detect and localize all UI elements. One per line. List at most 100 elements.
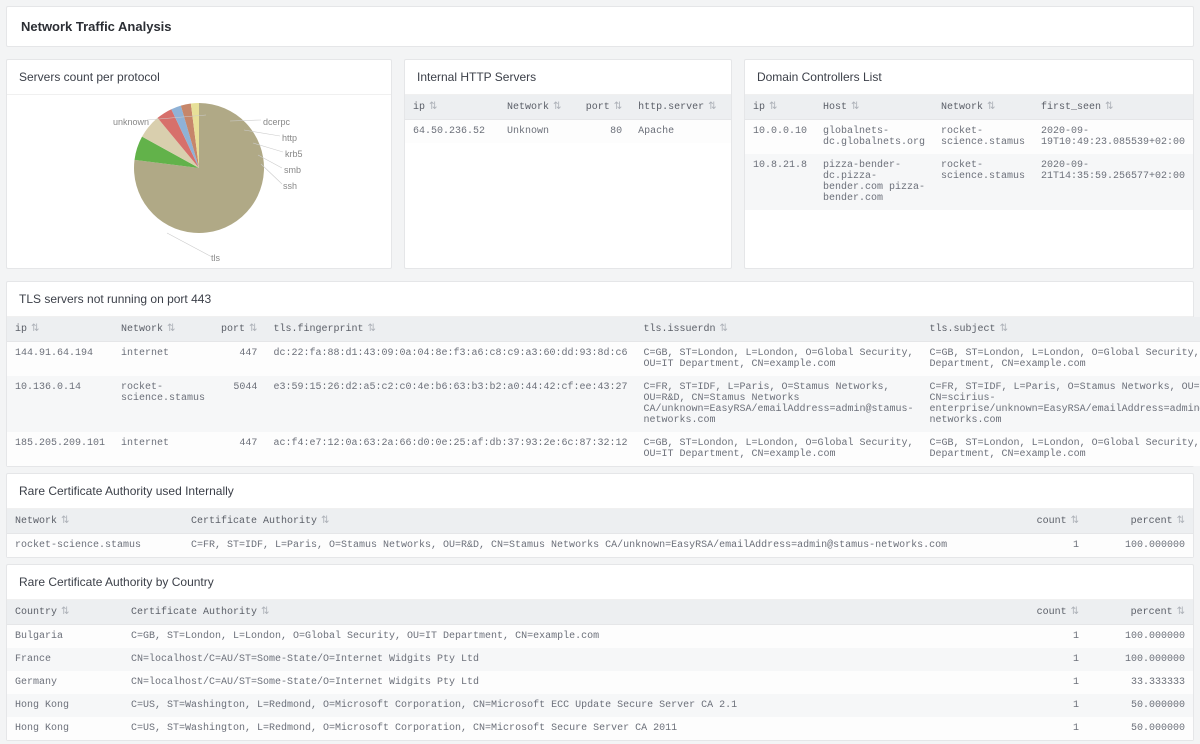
table-row[interactable]: 10.8.21.8pizza-bender-dc.pizza-bender.co… (745, 154, 1193, 210)
sort-icon: ⇅ (769, 102, 777, 113)
cell: 10.136.0.14 (7, 376, 113, 432)
col-subject[interactable]: tls.subject⇅ (922, 317, 1200, 342)
col-host[interactable]: Host⇅ (815, 95, 933, 120)
cell: 50.000000 (1087, 694, 1193, 717)
cell: C=US, ST=Washington, L=Redmond, O=Micros… (123, 717, 1001, 740)
cell: 1 (1001, 625, 1087, 649)
table-row[interactable]: 10.136.0.14rocket-science.stamus5044e3:5… (7, 376, 1200, 432)
table-row[interactable]: 64.50.236.52Unknown80Apache (405, 120, 731, 144)
rare-ca-internal-table: Network⇅ Certificate Authority⇅ count⇅ p… (7, 509, 1193, 557)
col-port[interactable]: port⇅ (574, 95, 630, 120)
cell: 144.91.64.194 (7, 342, 113, 377)
cell: globalnets-dc.globalnets.org (815, 120, 933, 155)
cell: CN=localhost/C=AU/ST=Some-State/O=Intern… (123, 648, 1001, 671)
table-row[interactable]: rocket-science.stamusC=FR, ST=IDF, L=Par… (7, 534, 1193, 558)
sort-icon: ⇅ (1071, 607, 1079, 618)
panel-title-ca-internal: Rare Certificate Authority used Internal… (7, 474, 1193, 509)
cell: C=GB, ST=London, L=London, O=Global Secu… (922, 432, 1200, 466)
cell: rocket-science.stamus (933, 154, 1033, 210)
cell: 447 (213, 342, 265, 377)
sort-icon: ⇅ (321, 516, 329, 527)
table-row[interactable]: BulgariaC=GB, ST=London, L=London, O=Glo… (7, 625, 1193, 649)
panel-title-tls: TLS servers not running on port 443 (7, 282, 1193, 317)
cell: 2020-09-19T10:49:23.085539+02:00 (1033, 120, 1193, 155)
cell: Germany (7, 671, 123, 694)
panel-title-ca-country: Rare Certificate Authority by Country (7, 565, 1193, 600)
cell: C=US, ST=Washington, L=Redmond, O=Micros… (123, 694, 1001, 717)
cell: 100.000000 (1087, 534, 1193, 558)
sort-icon: ⇅ (31, 324, 39, 335)
panel-title-pie: Servers count per protocol (7, 60, 391, 95)
cell: Bulgaria (7, 625, 123, 649)
col-percent[interactable]: percent⇅ (1087, 509, 1193, 534)
cell: C=GB, ST=London, L=London, O=Global Secu… (922, 342, 1200, 377)
cell: ac:f4:e7:12:0a:63:2a:66:d0:0e:25:af:db:3… (265, 432, 635, 466)
sort-icon: ⇅ (720, 324, 728, 335)
cell: 10.8.21.8 (745, 154, 815, 210)
sort-icon: ⇅ (61, 607, 69, 618)
table-row[interactable]: GermanyCN=localhost/C=AU/ST=Some-State/O… (7, 671, 1193, 694)
cell: 185.205.209.101 (7, 432, 113, 466)
cell: 2020-09-21T14:35:59.256577+02:00 (1033, 154, 1193, 210)
cell: 5044 (213, 376, 265, 432)
cell: internet (113, 432, 213, 466)
col-issuerdn[interactable]: tls.issuerdn⇅ (636, 317, 922, 342)
cell: C=GB, ST=London, L=London, O=Global Secu… (636, 432, 922, 466)
col-count[interactable]: count⇅ (1001, 509, 1087, 534)
sort-icon: ⇅ (1000, 324, 1008, 335)
cell: 1 (1001, 717, 1087, 740)
col-fingerprint[interactable]: tls.fingerprint⇅ (265, 317, 635, 342)
cell: internet (113, 342, 213, 377)
cell: rocket-science.stamus (7, 534, 183, 558)
cell: CN=localhost/C=AU/ST=Some-State/O=Intern… (123, 671, 1001, 694)
cell: Hong Kong (7, 694, 123, 717)
cell: 1 (1001, 694, 1087, 717)
cell: Hong Kong (7, 717, 123, 740)
table-row[interactable]: 144.91.64.194internet447dc:22:fa:88:d1:4… (7, 342, 1200, 377)
tls-servers-table: ip⇅ Network⇅ port⇅ tls.fingerprint⇅ tls.… (7, 317, 1200, 466)
table-row[interactable]: 185.205.209.101internet447ac:f4:e7:12:0a… (7, 432, 1200, 466)
sort-icon: ⇅ (1177, 516, 1185, 527)
col-http-server[interactable]: http.server⇅ (630, 95, 731, 120)
col-network[interactable]: Network⇅ (499, 95, 574, 120)
col-ip[interactable]: ip⇅ (7, 317, 113, 342)
cell: 33.333333 (1087, 671, 1193, 694)
cell: rocket-science.stamus (113, 376, 213, 432)
col-ip[interactable]: ip⇅ (405, 95, 499, 120)
cell: dc:22:fa:88:d1:43:09:0a:04:8e:f3:a6:c8:c… (265, 342, 635, 377)
sort-icon: ⇅ (261, 607, 269, 618)
table-row[interactable]: 10.0.0.10globalnets-dc.globalnets.orgroc… (745, 120, 1193, 155)
cell: pizza-bender-dc.pizza-bender.com pizza-b… (815, 154, 933, 210)
col-network[interactable]: Network⇅ (113, 317, 213, 342)
panel-title-dc: Domain Controllers List (745, 60, 1193, 95)
cell: 100.000000 (1087, 625, 1193, 649)
cell: France (7, 648, 123, 671)
table-row[interactable]: FranceCN=localhost/C=AU/ST=Some-State/O=… (7, 648, 1193, 671)
cell: rocket-science.stamus (933, 120, 1033, 155)
cell: Unknown (499, 120, 574, 144)
col-port[interactable]: port⇅ (213, 317, 265, 342)
col-ca[interactable]: Certificate Authority⇅ (183, 509, 1001, 534)
col-first-seen[interactable]: first_seen⇅ (1033, 95, 1193, 120)
sort-icon: ⇅ (614, 102, 622, 113)
table-row[interactable]: Hong KongC=US, ST=Washington, L=Redmond,… (7, 717, 1193, 740)
panel-title-http: Internal HTTP Servers (405, 60, 731, 95)
cell: C=GB, ST=London, L=London, O=Global Secu… (636, 342, 922, 377)
sort-icon: ⇅ (1071, 516, 1079, 527)
cell: 447 (213, 432, 265, 466)
cell: 1 (1001, 534, 1087, 558)
table-row[interactable]: Hong KongC=US, ST=Washington, L=Redmond,… (7, 694, 1193, 717)
cell: C=FR, ST=IDF, L=Paris, O=Stamus Networks… (922, 376, 1200, 432)
sort-icon: ⇅ (167, 324, 175, 335)
cell: e3:59:15:26:d2:a5:c2:c0:4e:b6:63:b3:b2:a… (265, 376, 635, 432)
cell: C=GB, ST=London, L=London, O=Global Secu… (123, 625, 1001, 649)
cell: 50.000000 (1087, 717, 1193, 740)
domain-controllers-table: ip⇅ Host⇅ Network⇅ first_seen⇅ 10.0.0.10… (745, 95, 1193, 210)
sort-icon: ⇅ (367, 324, 375, 335)
col-network[interactable]: Network⇅ (7, 509, 183, 534)
col-network[interactable]: Network⇅ (933, 95, 1033, 120)
sort-icon: ⇅ (249, 324, 257, 335)
cell: 80 (574, 120, 630, 144)
sort-icon: ⇅ (851, 102, 859, 113)
col-ip[interactable]: ip⇅ (745, 95, 815, 120)
